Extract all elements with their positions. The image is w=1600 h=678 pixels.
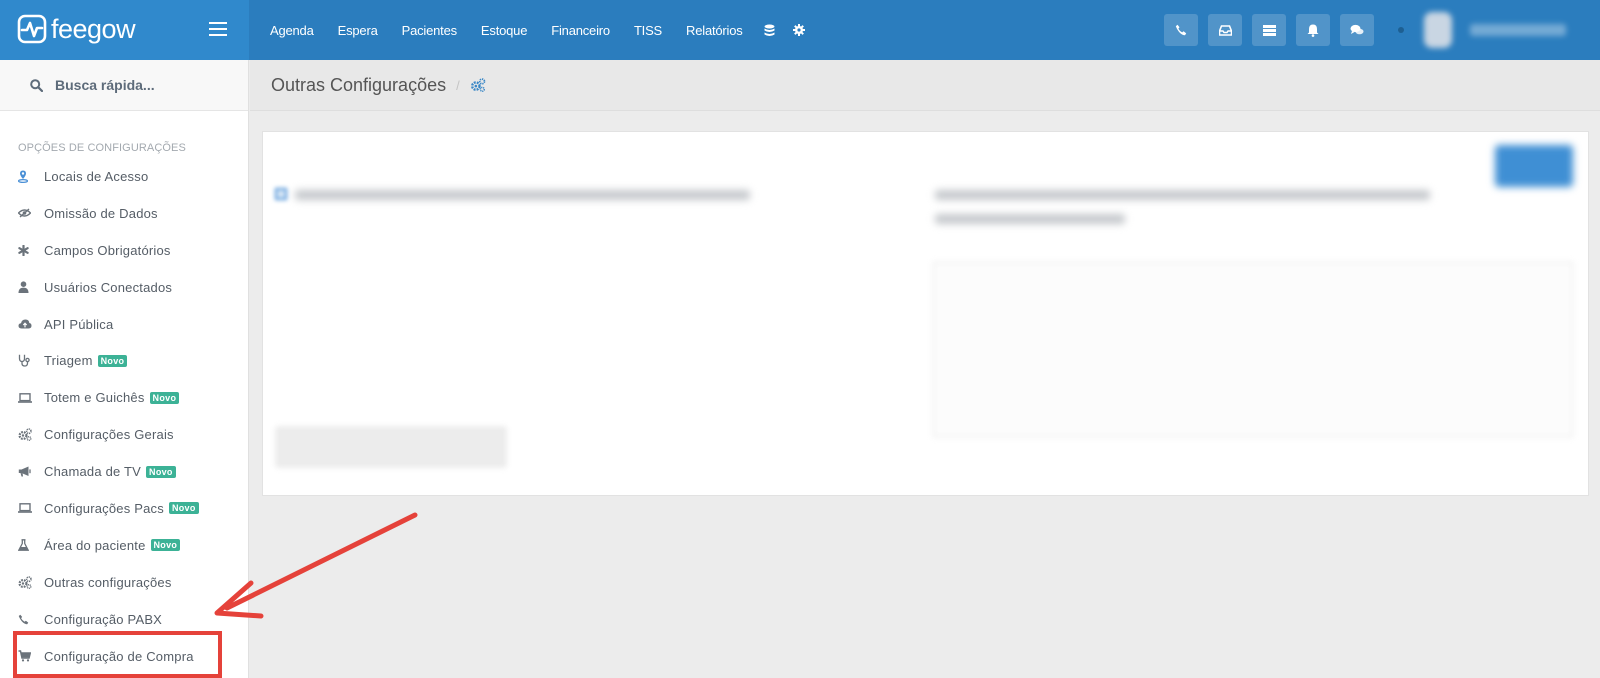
cogs-icon — [18, 575, 34, 589]
quick-search — [0, 60, 248, 111]
main-nav: Agenda Espera Pacientes Estoque Financei… — [258, 0, 814, 60]
sidebar-item-label: Totem e Guichês — [44, 390, 145, 406]
eye-slash-icon — [18, 208, 34, 218]
sidebar-item-omissao-de-dados[interactable]: Omissão de Dados — [0, 195, 248, 232]
cogs-icon — [470, 78, 486, 92]
user-icon — [18, 281, 34, 294]
laptop-icon — [18, 392, 34, 403]
inbox-button[interactable] — [1208, 14, 1242, 46]
sidebar-item-totem-e-guiches[interactable]: Totem e Guichês Novo — [0, 379, 248, 416]
nav-tiss[interactable]: TISS — [622, 23, 674, 38]
user-avatar[interactable] — [1424, 12, 1452, 48]
bullhorn-icon — [18, 466, 34, 477]
settings-panel — [262, 131, 1589, 496]
annotation-arrow-icon — [214, 512, 418, 619]
heart-pulse-logo-icon — [17, 14, 47, 44]
sidebar-item-label: Área do paciente — [44, 537, 146, 553]
option-label-redacted — [935, 190, 1430, 200]
new-badge: Novo — [150, 539, 181, 552]
cart-icon — [18, 650, 34, 662]
chat-icon — [1350, 24, 1364, 35]
option-label-redacted — [935, 214, 1125, 224]
list-button[interactable] — [1252, 14, 1286, 46]
sidebar-item-label: Campos Obrigatórios — [44, 242, 171, 258]
nav-pacientes[interactable]: Pacientes — [390, 23, 469, 38]
sidebar-item-label: Chamada de TV — [44, 464, 142, 480]
flask-icon — [18, 539, 34, 552]
app-name: feegow — [51, 13, 136, 44]
gear-icon[interactable] — [784, 24, 814, 36]
top-right-toolbar — [1164, 0, 1600, 60]
sidebar-item-label: Usuários Conectados — [44, 279, 173, 295]
laptop-icon — [18, 503, 34, 514]
cogs-icon — [18, 428, 34, 442]
sidebar-item-triagem[interactable]: Triagem Novo — [0, 342, 248, 379]
asterisk-icon — [18, 244, 34, 256]
stethoscope-icon — [18, 354, 34, 368]
new-badge: Novo — [168, 502, 199, 515]
notifications-button[interactable] — [1296, 14, 1330, 46]
new-badge: Novo — [97, 354, 128, 367]
user-name-redacted[interactable] — [1470, 24, 1566, 36]
logo-area: feegow — [0, 0, 249, 60]
phone-icon — [18, 614, 34, 625]
cloud-icon — [18, 319, 34, 329]
bell-icon — [1307, 24, 1319, 37]
sidebar-item-label: Configuração PABX — [44, 611, 163, 627]
sidebar-item-label: Locais de Acesso — [44, 168, 149, 184]
sidebar-item-label: Configuração de Compra — [44, 648, 194, 664]
sidebar-item-chamada-de-tv[interactable]: Chamada de TV Novo — [0, 453, 248, 490]
nav-agenda[interactable]: Agenda — [258, 23, 326, 38]
chat-button[interactable] — [1340, 14, 1374, 46]
option-checkbox-redacted[interactable] — [275, 188, 287, 200]
database-icon[interactable] — [755, 24, 784, 37]
breadcrumb: Outras Configurações / — [250, 60, 1600, 111]
sidebar-item-usuarios-conectados[interactable]: Usuários Conectados — [0, 269, 248, 306]
new-badge: Novo — [149, 391, 180, 404]
sidebar-item-label: API Pública — [44, 316, 114, 332]
inbox-icon — [1218, 24, 1232, 36]
hamburger-menu-icon[interactable] — [209, 22, 227, 36]
phone-button[interactable] — [1164, 14, 1198, 46]
list-icon — [1262, 24, 1276, 36]
sidebar-item-label: Outras configurações — [44, 574, 172, 590]
sidebar-item-api-publica[interactable]: API Pública — [0, 306, 248, 343]
page-title: Outras Configurações — [271, 74, 447, 95]
nav-estoque[interactable]: Estoque — [469, 23, 539, 38]
sidebar-item-configuracoes-gerais[interactable]: Configurações Gerais — [0, 416, 248, 453]
option-label-redacted — [295, 190, 750, 200]
app-logo[interactable]: feegow — [17, 13, 136, 44]
sidebar-item-label: Omissão de Dados — [44, 205, 158, 221]
secondary-button-redacted[interactable] — [276, 427, 506, 467]
sidebar-item-campos-obrigatorios[interactable]: Campos Obrigatórios — [0, 232, 248, 269]
section-title: OPÇÕES DE CONFIGURAÇÕES — [18, 142, 186, 154]
search-input[interactable] — [55, 77, 235, 93]
nav-espera[interactable]: Espera — [326, 23, 390, 38]
search-icon — [30, 78, 43, 92]
sidebar-item-label: Triagem — [44, 353, 93, 369]
nav-relatorios[interactable]: Relatórios — [674, 23, 755, 38]
breadcrumb-separator: / — [456, 77, 460, 93]
phone-icon — [1175, 24, 1187, 36]
sidebar-item-locais-de-acesso[interactable]: Locais de Acesso — [0, 158, 248, 195]
top-navbar: feegow Agenda Espera Pacientes Estoque F… — [0, 0, 1600, 60]
new-badge: Novo — [146, 465, 176, 478]
sidebar-item-configuracao-de-compra[interactable]: Configuração de Compra — [0, 638, 248, 675]
status-dot — [1398, 27, 1404, 33]
sidebar-item-label: Configurações Gerais — [44, 427, 174, 443]
textarea-redacted[interactable] — [933, 262, 1573, 437]
save-button-redacted[interactable] — [1495, 145, 1573, 187]
map-marker-icon — [18, 170, 34, 183]
sidebar-item-label: Configurações Pacs — [44, 500, 164, 516]
nav-financeiro[interactable]: Financeiro — [539, 23, 622, 38]
